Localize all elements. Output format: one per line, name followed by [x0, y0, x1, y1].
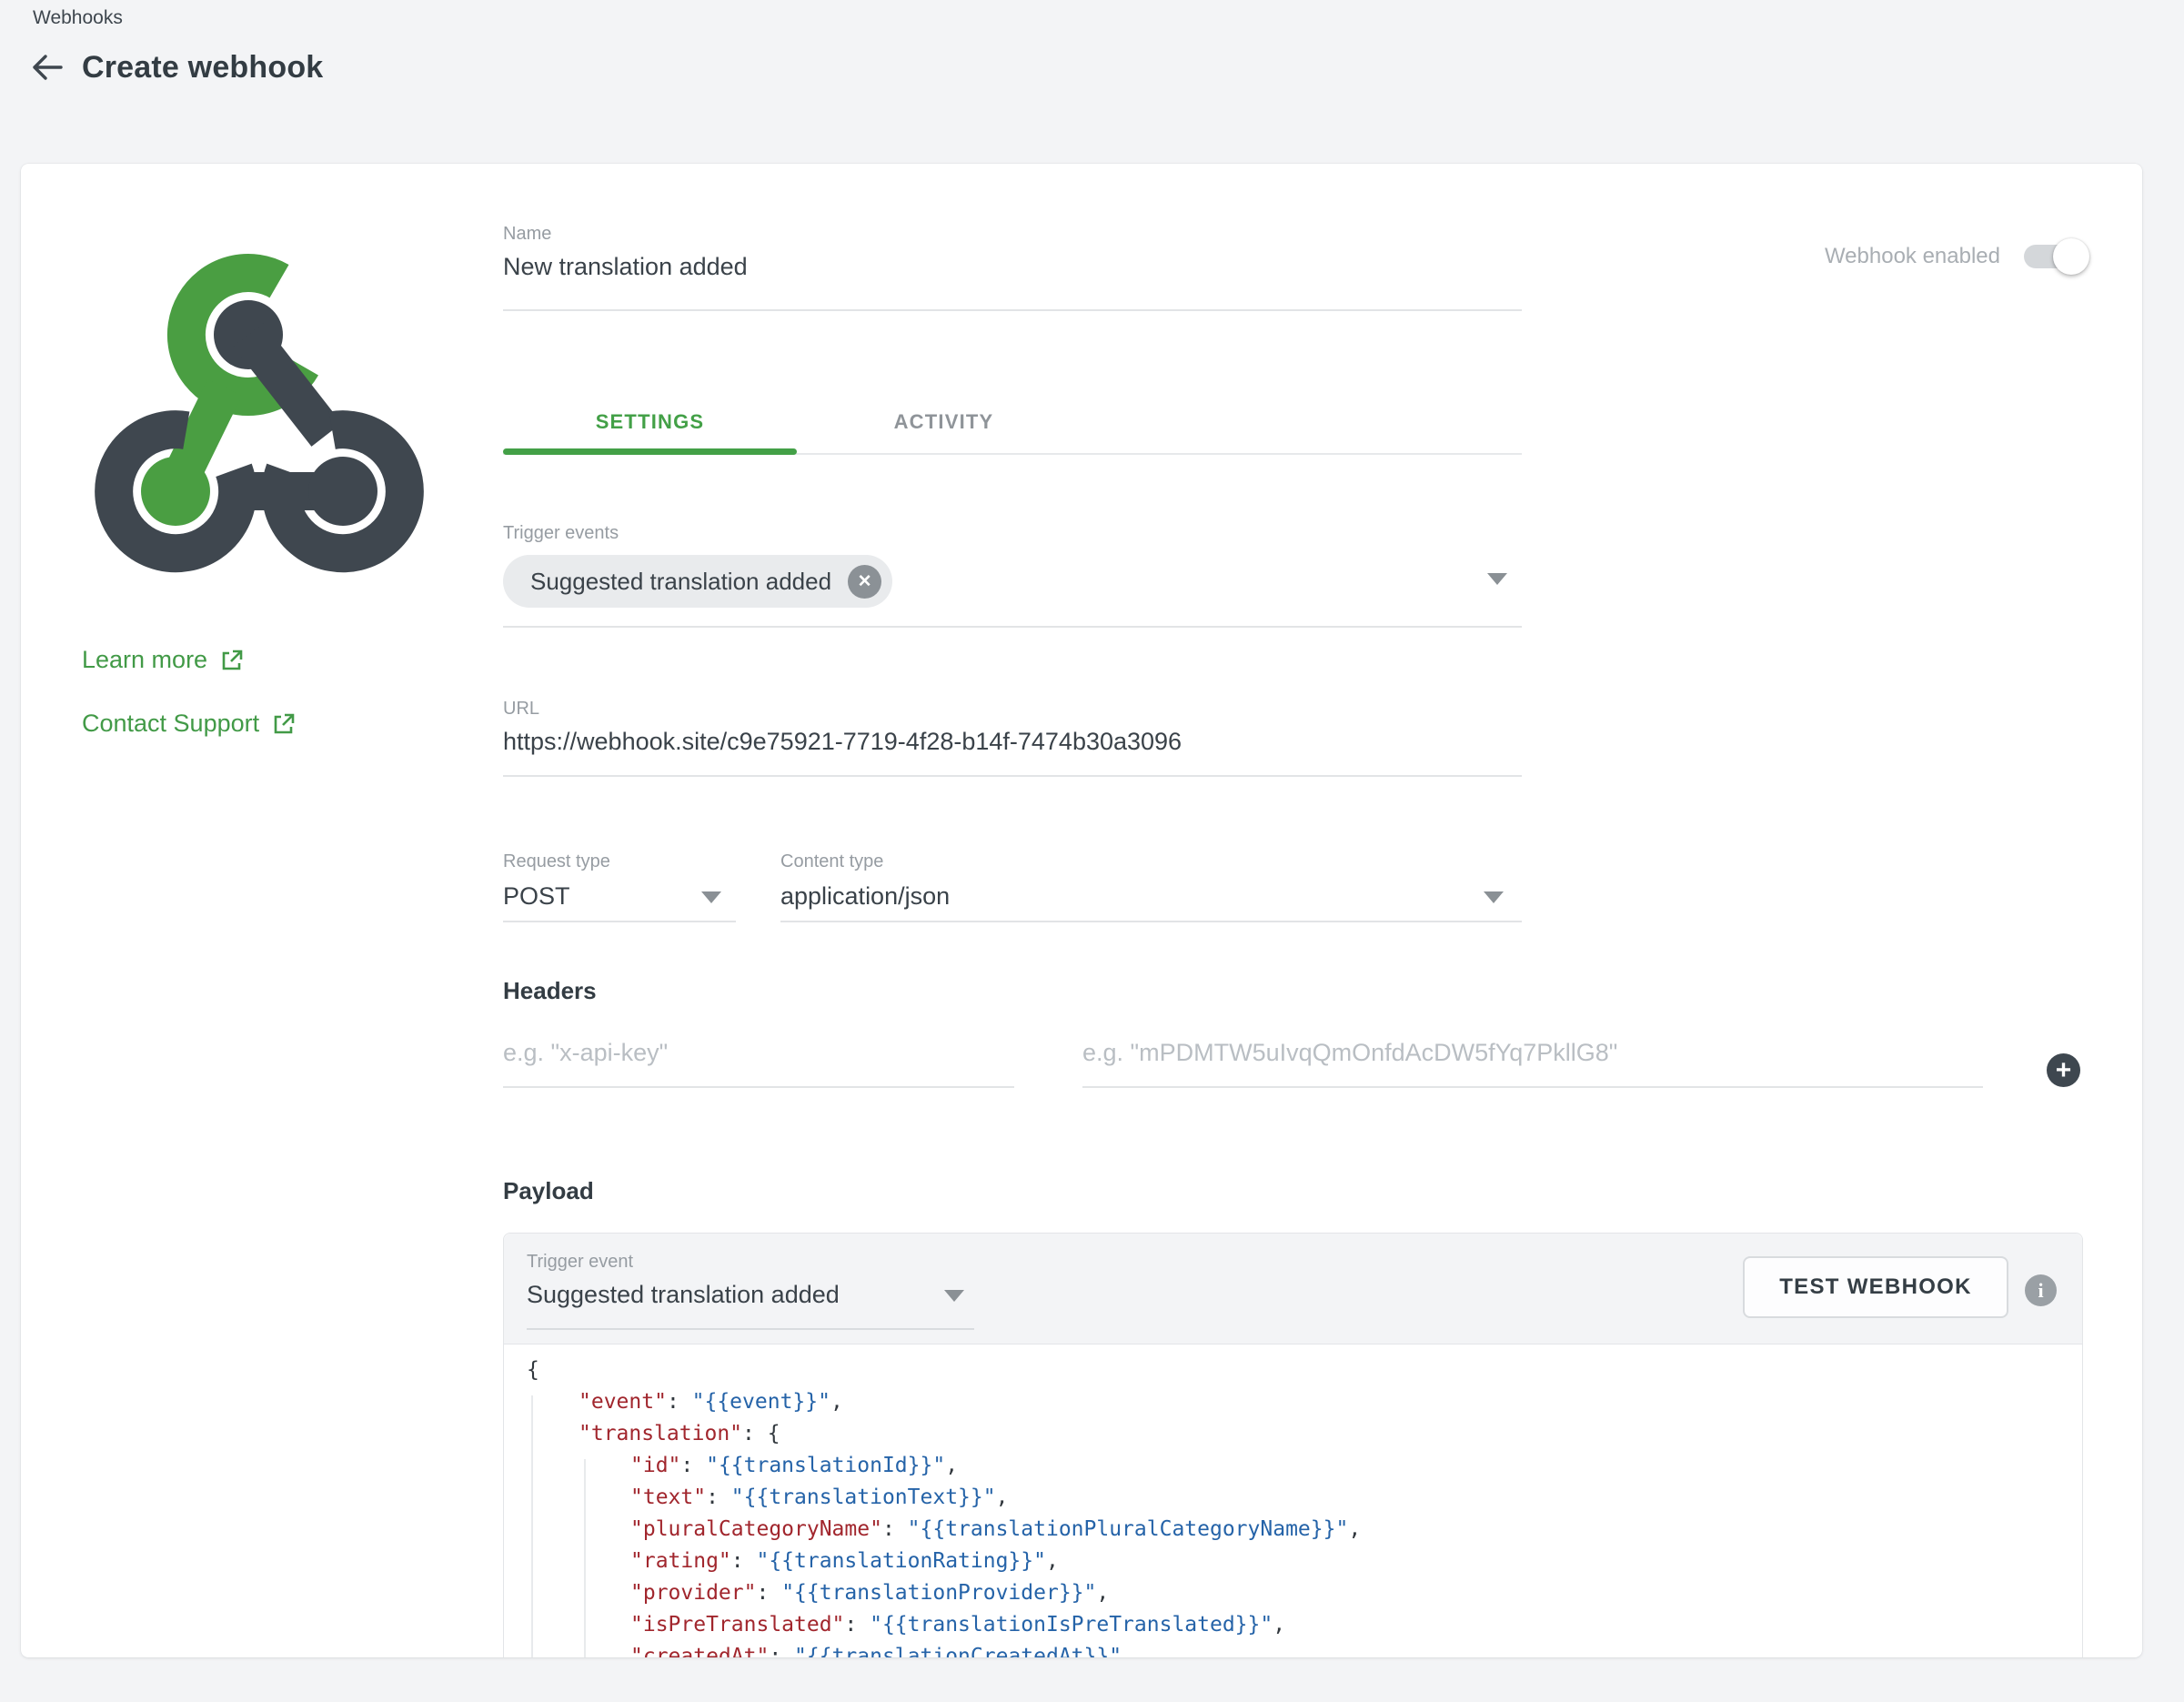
contact-support-label: Contact Support	[82, 710, 259, 738]
trigger-events-underline	[503, 626, 1522, 628]
request-type-underline	[503, 921, 736, 922]
header-key-input[interactable]	[503, 1039, 1014, 1067]
learn-more-label: Learn more	[82, 646, 207, 674]
code-line: "pluralCategoryName": "{{translationPlur…	[504, 1514, 2082, 1546]
payload-header: Trigger event Suggested translation adde…	[504, 1234, 2082, 1344]
indent-guide	[584, 1459, 586, 1657]
request-type-dropdown-icon[interactable]	[701, 891, 721, 903]
url-label: URL	[503, 699, 539, 720]
request-type-select[interactable]: POST	[503, 882, 570, 911]
code-line: {	[504, 1355, 2082, 1386]
code-line: "provider": "{{translationProvider}}",	[504, 1577, 2082, 1609]
webhook-logo-icon	[77, 229, 441, 575]
request-type-label: Request type	[503, 851, 610, 872]
trigger-events-label: Trigger events	[503, 523, 619, 544]
payload-trigger-event-underline	[527, 1328, 974, 1330]
payload-trigger-event-dropdown-icon[interactable]	[944, 1290, 964, 1302]
payload-code-editor[interactable]: {"event": "{{event}}","translation": {"i…	[504, 1345, 2082, 1657]
external-link-icon	[272, 712, 296, 736]
content-type-label: Content type	[780, 851, 883, 872]
url-underline	[503, 775, 1522, 777]
code-line: "text": "{{translationText}}",	[504, 1482, 2082, 1514]
code-line: "translation": {	[504, 1418, 2082, 1450]
webhook-card: Learn more Contact Support Name Webhook …	[21, 164, 2142, 1657]
active-tab-indicator	[503, 448, 797, 455]
external-link-icon	[220, 649, 244, 672]
header-value-underline	[1082, 1086, 1983, 1088]
code-line: "event": "{{event}}",	[504, 1386, 2082, 1418]
url-input[interactable]	[503, 728, 1522, 756]
content-type-dropdown-icon[interactable]	[1484, 891, 1504, 903]
code-line: "id": "{{translationId}}",	[504, 1450, 2082, 1482]
code-line: "createdAt": "{{translationCreatedAt}}",	[504, 1641, 2082, 1657]
test-webhook-button[interactable]: TEST WEBHOOK	[1743, 1256, 2008, 1318]
tab-activity[interactable]: ACTIVITY	[797, 389, 1091, 455]
header-value-input[interactable]	[1082, 1039, 1983, 1067]
header-key-underline	[503, 1086, 1014, 1088]
payload-trigger-event-label: Trigger event	[527, 1252, 633, 1273]
chip-remove-icon[interactable]: ✕	[848, 565, 881, 599]
name-underline	[503, 309, 1522, 311]
headers-title: Headers	[503, 977, 597, 1005]
toggle-thumb	[2053, 238, 2089, 275]
payload-title: Payload	[503, 1177, 594, 1205]
trigger-events-dropdown-icon[interactable]	[1487, 573, 1507, 585]
webhook-enabled-row: Webhook enabled	[1825, 244, 2084, 269]
page-title: Create webhook	[82, 50, 323, 86]
trigger-event-chip: Suggested translation added ✕	[503, 555, 892, 608]
content-type-select[interactable]: application/json	[780, 882, 950, 911]
code-line: "isPreTranslated": "{{translationIsPreTr…	[504, 1609, 2082, 1641]
breadcrumb[interactable]: Webhooks	[33, 7, 123, 29]
name-input[interactable]	[503, 253, 1522, 281]
indent-guide	[531, 1395, 533, 1657]
chip-label: Suggested translation added	[530, 568, 831, 596]
info-icon[interactable]: i	[2025, 1274, 2057, 1306]
code-line: "rating": "{{translationRating}}",	[504, 1546, 2082, 1577]
payload-box: Trigger event Suggested translation adde…	[503, 1233, 2083, 1657]
tabbar: SETTINGS ACTIVITY	[503, 389, 1522, 455]
add-header-button[interactable]: +	[2047, 1053, 2080, 1087]
content-type-underline	[780, 921, 1522, 922]
webhook-enabled-toggle[interactable]	[2024, 245, 2084, 268]
tab-settings[interactable]: SETTINGS	[503, 389, 797, 455]
name-label: Name	[503, 224, 551, 245]
payload-trigger-event-select[interactable]: Suggested translation added	[527, 1281, 840, 1309]
webhook-enabled-label: Webhook enabled	[1825, 244, 2000, 269]
learn-more-link[interactable]: Learn more	[82, 646, 244, 674]
contact-support-link[interactable]: Contact Support	[82, 710, 296, 738]
create-webhook-page: { "colors": { "accent_green": "#43a047",…	[0, 0, 2184, 1702]
back-arrow-icon[interactable]	[27, 47, 67, 87]
